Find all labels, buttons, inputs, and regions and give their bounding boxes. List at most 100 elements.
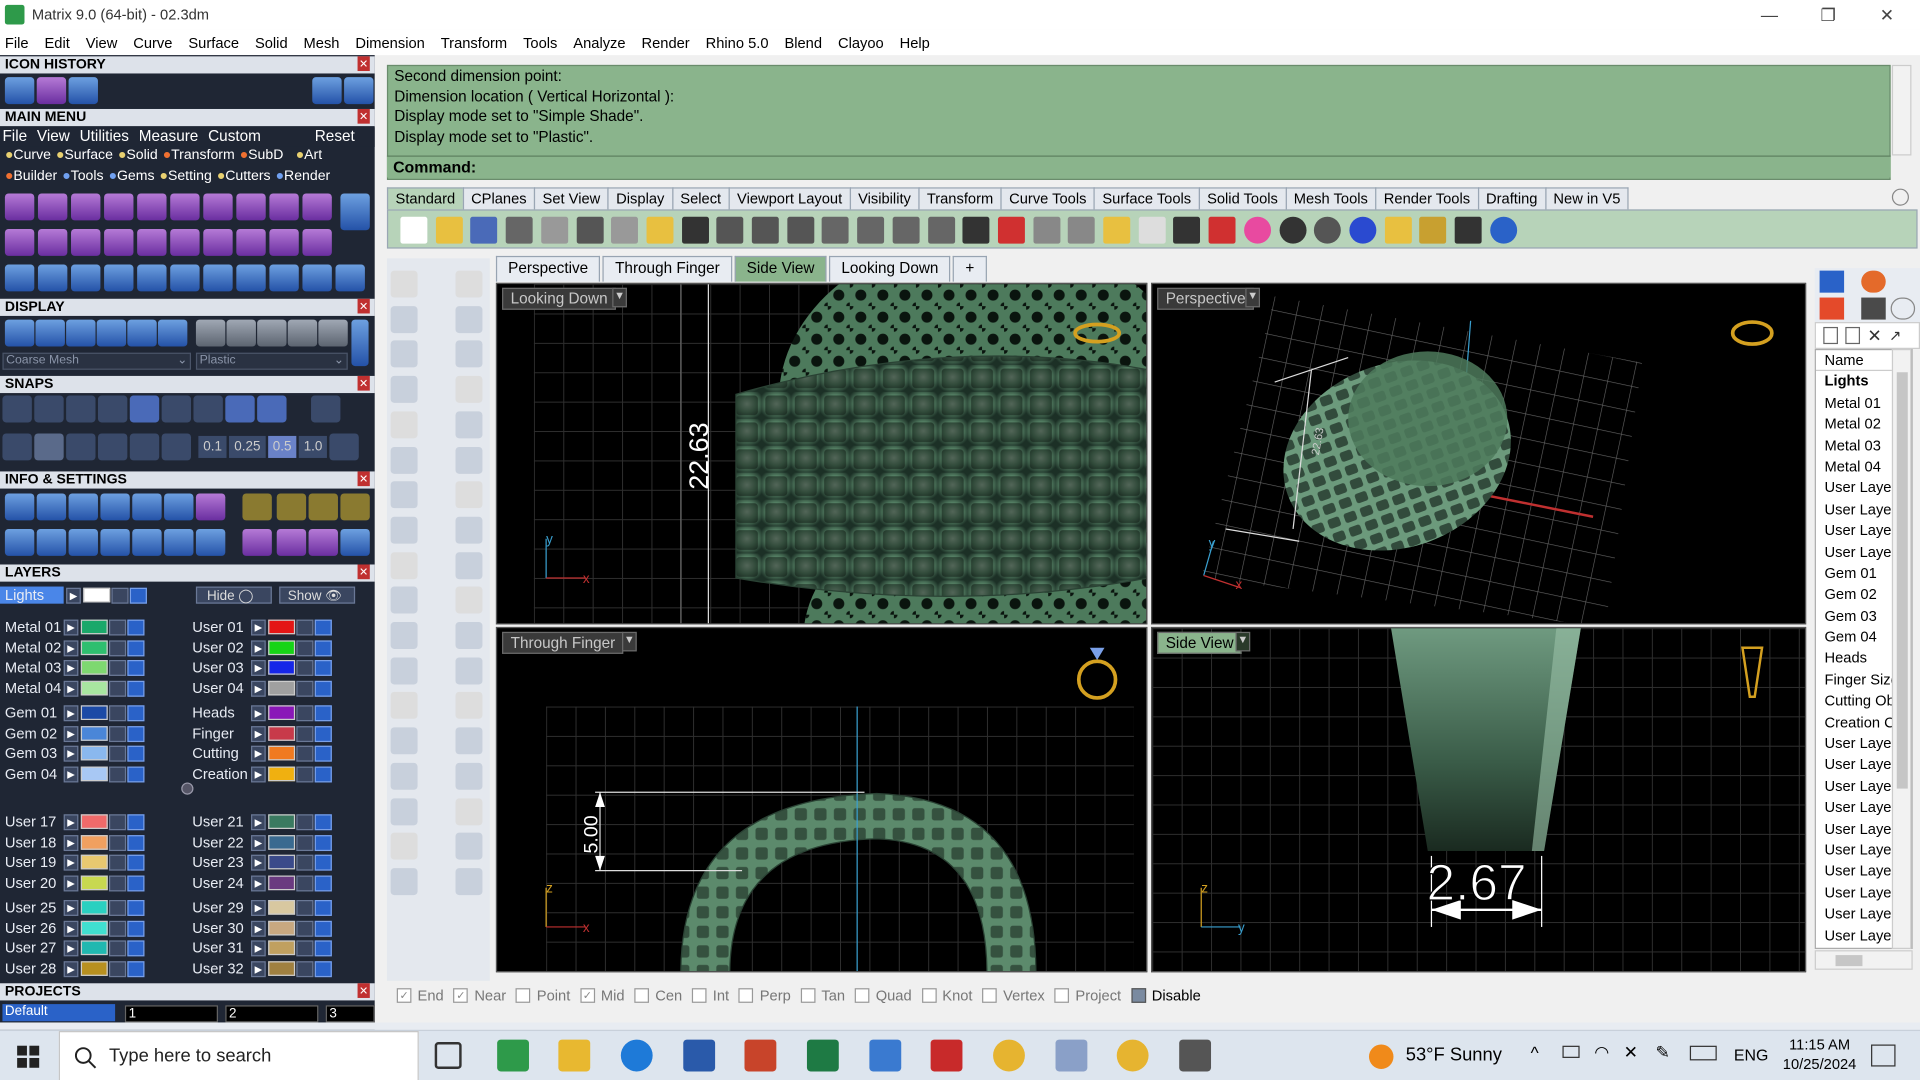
menu-edit[interactable]: Edit — [45, 34, 70, 51]
grid-view-icon[interactable] — [4, 77, 35, 105]
osnap-icon[interactable] — [97, 433, 128, 461]
vp-tab-side-view[interactable]: Side View — [734, 255, 827, 282]
layer-color-swatch[interactable] — [80, 640, 108, 656]
layer-row[interactable]: Gem 04 ▶ — [0, 764, 145, 784]
pipe-tool-icon[interactable] — [170, 228, 200, 256]
layer-color-swatch[interactable] — [80, 814, 108, 829]
gumball-icon[interactable] — [161, 433, 192, 461]
filter-icon[interactable] — [132, 528, 162, 556]
layer-row[interactable]: User 18 ▶ — [0, 833, 145, 853]
language-indicator[interactable]: ENG — [1734, 1046, 1768, 1064]
snap-value-1[interactable]: 0.25 — [229, 435, 266, 458]
layer-expand-icon[interactable]: ▶ — [63, 745, 79, 762]
display-mode-select-2[interactable]: Plastic ⌄ — [195, 352, 348, 370]
layer-row[interactable]: User 20 ▶ — [0, 873, 145, 893]
lock-icon[interactable] — [1173, 216, 1201, 244]
lock-icon[interactable] — [296, 834, 314, 851]
knot-tool-icon[interactable] — [71, 193, 101, 221]
layer-expand-icon[interactable]: ▶ — [251, 765, 266, 782]
visibility-icon[interactable] — [127, 680, 145, 697]
cat-setting[interactable]: ●Setting — [159, 169, 211, 187]
new-layer-icon[interactable] — [1823, 326, 1838, 345]
settings-icon[interactable] — [4, 493, 35, 521]
layer-color-swatch[interactable] — [80, 745, 108, 761]
lock-icon[interactable] — [296, 680, 314, 697]
excel-icon[interactable] — [806, 1039, 839, 1072]
keyboard-icon[interactable] — [1689, 1045, 1717, 1061]
chrome-icon[interactable] — [993, 1039, 1025, 1072]
cut-icon[interactable] — [576, 216, 604, 244]
visibility-icon[interactable] — [127, 745, 145, 762]
sphere-cluster-icon[interactable] — [390, 622, 418, 649]
monitor-icon[interactable] — [36, 528, 67, 556]
select-arrow-icon[interactable] — [390, 270, 418, 298]
layer-color-swatch[interactable] — [80, 900, 108, 915]
quad-snap-icon[interactable] — [193, 395, 223, 423]
minimize-button[interactable]: — — [1741, 0, 1797, 29]
stone-tool-icon[interactable] — [242, 493, 272, 521]
layer-row[interactable]: Finger ▶ — [187, 724, 332, 744]
osnap-checkbox[interactable] — [691, 988, 707, 1003]
toolbar-tab-visibility[interactable]: Visibility — [849, 187, 920, 210]
taskbar-search[interactable]: Type here to search — [58, 1031, 419, 1080]
check-icon[interactable] — [455, 832, 483, 860]
layer-icon[interactable] — [1208, 216, 1236, 244]
mm-measure[interactable]: Measure — [139, 127, 199, 147]
visibility-icon[interactable] — [127, 899, 145, 916]
layer-color-swatch[interactable] — [80, 961, 108, 976]
forward-arrow-icon[interactable] — [344, 77, 374, 105]
restore-button[interactable]: ❐ — [1800, 0, 1856, 29]
lock-icon[interactable] — [108, 874, 127, 891]
vp-tab-through-finger[interactable]: Through Finger — [602, 255, 732, 282]
viewport-looking-down[interactable]: 22.63 y x Looking Down ▼ — [495, 282, 1148, 625]
boolean-union-icon[interactable] — [455, 481, 483, 509]
layer-expand-icon[interactable]: ▶ — [251, 618, 266, 635]
toolbar-tab-drafting[interactable]: Drafting — [1477, 187, 1547, 210]
notifications-icon[interactable] — [1871, 1044, 1896, 1067]
viewport-menu-chevron-icon[interactable]: ▼ — [612, 287, 627, 308]
osnap-checkbox[interactable] — [634, 988, 650, 1003]
fillet-icon[interactable] — [455, 657, 483, 685]
point-icon[interactable] — [455, 270, 483, 298]
open-file-icon[interactable] — [435, 216, 463, 244]
solidworks-icon[interactable] — [930, 1039, 963, 1072]
menu-view[interactable]: View — [86, 34, 118, 51]
toolbar-tab-viewport-layout[interactable]: Viewport Layout — [728, 187, 851, 210]
cube-tool-icon[interactable] — [170, 193, 200, 221]
lock-icon[interactable] — [108, 834, 127, 851]
matrix-app-icon[interactable] — [497, 1039, 529, 1072]
cluster-icon[interactable] — [455, 622, 483, 649]
layer-expand-icon[interactable]: ▶ — [63, 659, 79, 676]
visibility-icon[interactable] — [314, 854, 332, 871]
osnap-checkbox[interactable] — [921, 988, 937, 1003]
toolbar-tab-new-in-v5[interactable]: New in V5 — [1544, 187, 1629, 210]
curve-edit-icon[interactable] — [455, 305, 483, 333]
menu-curve[interactable]: Curve — [133, 34, 172, 51]
lock-icon[interactable] — [296, 745, 314, 762]
layer-expand-icon[interactable]: ▶ — [251, 639, 266, 656]
end-snap-icon[interactable] — [2, 395, 32, 423]
delete-layer-icon[interactable]: ✕ — [1867, 325, 1881, 346]
lock-icon[interactable] — [108, 639, 127, 656]
open-folder-icon[interactable] — [68, 77, 98, 105]
visibility-icon[interactable] — [314, 920, 332, 937]
layer-expand-icon[interactable]: ▶ — [251, 899, 266, 916]
layer-expand-icon[interactable]: ▶ — [63, 874, 79, 891]
layer-color-swatch[interactable] — [268, 705, 296, 721]
vp-tab-add[interactable]: + — [953, 255, 987, 282]
snap-tool-icon[interactable] — [1103, 216, 1131, 244]
layer-color-swatch[interactable] — [80, 920, 108, 936]
layer-row[interactable]: User 23 ▶ — [187, 852, 332, 872]
prism-tool-icon[interactable] — [302, 228, 332, 256]
layer-color-swatch[interactable] — [80, 940, 108, 956]
material-5-icon[interactable] — [318, 319, 348, 347]
prong-tool-icon[interactable] — [276, 528, 307, 556]
visibility-icon[interactable] — [127, 854, 145, 871]
layer-row[interactable]: User 28 ▶ — [0, 959, 145, 979]
cat-render[interactable]: ●Render — [276, 169, 331, 187]
torus-tool-icon[interactable] — [137, 228, 167, 256]
lock-icon[interactable] — [108, 854, 127, 871]
layer-expand-icon[interactable]: ▶ — [251, 854, 266, 871]
gear-icon[interactable] — [1419, 216, 1447, 244]
file-explorer-icon[interactable] — [558, 1039, 591, 1072]
